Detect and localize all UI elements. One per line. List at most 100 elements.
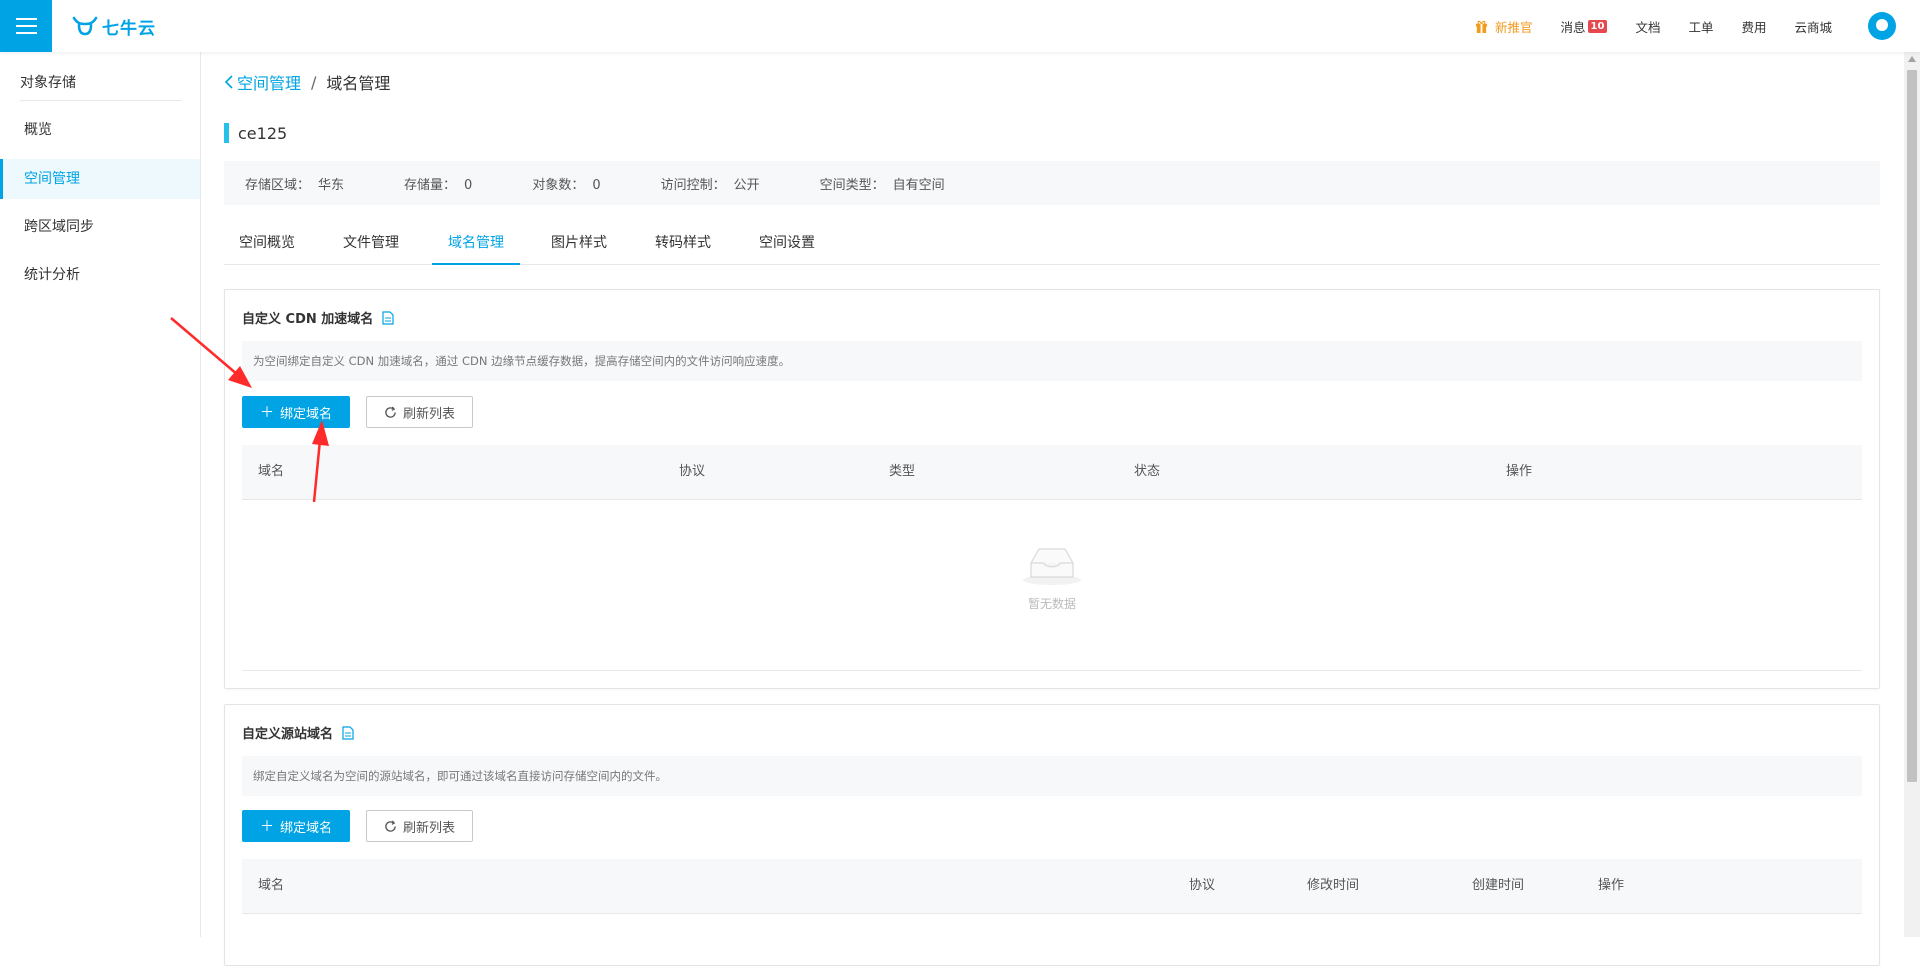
cdn-refresh-list-label: 刷新列表: [402, 405, 455, 421]
bucket-tabs: 空间概览 文件管理 域名管理 图片样式 转码样式 空间设置: [224, 222, 1880, 265]
cdn-table-header: 域名 协议 类型 状态 操作: [242, 445, 1862, 500]
empty-inbox-icon: [1023, 548, 1081, 585]
sidebar-item-statistics[interactable]: 统计分析: [0, 255, 200, 295]
tab-overview[interactable]: 空间概览: [224, 222, 310, 264]
info-storage-value: 0: [464, 177, 473, 193]
breadcrumb-parent: 空间管理: [237, 74, 302, 93]
sidebar-item-cross-region-sync[interactable]: 跨区域同步: [0, 207, 200, 247]
tab-transcode-style[interactable]: 转码样式: [640, 222, 726, 264]
sidebar-item-overview[interactable]: 概览: [0, 110, 200, 150]
logo-text: 七牛云: [102, 18, 156, 39]
tab-domain-management[interactable]: 域名管理: [432, 222, 520, 265]
info-type: 空间类型： 自有空间: [820, 174, 945, 193]
origin-section-description: 绑定自定义域名为空间的源站域名，即可通过该域名直接访问存储空间内的文件。: [242, 756, 1862, 796]
origin-col-created-time: 创建时间: [1472, 878, 1525, 893]
origin-col-protocol: 协议: [1189, 878, 1216, 893]
new-user-link[interactable]: 新推官: [1475, 17, 1533, 36]
cdn-domain-card: 自定义 CDN 加速域名 为空间绑定自定义 CDN 加速域名，通过 CDN 边缘…: [224, 289, 1880, 689]
origin-section-title: 自定义源站域名: [242, 723, 354, 742]
bucket-info-strip: 存储区域： 华东 存储量： 0 对象数： 0 访问控制： 公开 空间类型： 自有空间: [224, 161, 1880, 205]
breadcrumb-separator: /: [311, 72, 317, 92]
billing-link[interactable]: 费用: [1741, 17, 1766, 36]
title-accent-bar: [224, 123, 229, 143]
new-user-label: 新推官: [1494, 19, 1533, 35]
scrollbar-thumb[interactable]: [1907, 70, 1917, 782]
top-navbar: 七牛云 新推官 消息 10 文档 工单 费用 云商城: [0, 0, 1920, 52]
origin-col-modified-time: 修改时间: [1307, 878, 1360, 893]
refresh-icon: [385, 820, 396, 832]
messages-label: 消息: [1560, 19, 1586, 35]
sidebar-divider: [20, 100, 182, 101]
info-access-label: 访问控制：: [660, 177, 726, 193]
messages-link[interactable]: 消息 10: [1561, 17, 1608, 36]
cdn-empty-state: 暂无数据: [225, 545, 1879, 612]
origin-refresh-list-button[interactable]: 刷新列表: [366, 810, 473, 842]
cdn-refresh-list-button[interactable]: 刷新列表: [366, 396, 473, 428]
bucket-name: ce125: [238, 123, 288, 143]
breadcrumb: 空间管理 / 域名管理: [224, 70, 390, 94]
docs-link[interactable]: 文档: [1635, 17, 1660, 36]
info-storage: 存储量： 0: [404, 174, 472, 193]
cdn-section-title-text: 自定义 CDN 加速域名: [242, 312, 374, 327]
document-icon[interactable]: [382, 310, 394, 325]
cdn-table-bottom-border: [242, 670, 1862, 671]
cdn-col-domain: 域名: [258, 464, 285, 479]
info-region-label: 存储区域：: [245, 177, 311, 193]
tab-bucket-settings[interactable]: 空间设置: [744, 222, 830, 264]
market-link[interactable]: 云商城: [1794, 17, 1832, 36]
tab-image-style[interactable]: 图片样式: [536, 222, 622, 264]
cdn-bind-domain-button[interactable]: ＋ 绑定域名: [242, 396, 350, 428]
cdn-col-protocol: 协议: [679, 464, 706, 479]
breadcrumb-current: 域名管理: [326, 74, 391, 93]
tab-file-management[interactable]: 文件管理: [328, 222, 414, 264]
info-access-value: 公开: [733, 177, 760, 193]
breadcrumb-back-link[interactable]: 空间管理: [224, 70, 301, 94]
bucket-title: ce125: [224, 122, 287, 144]
cdn-col-actions: 操作: [1506, 464, 1533, 479]
info-storage-label: 存储量：: [404, 177, 457, 193]
origin-refresh-list-label: 刷新列表: [402, 819, 455, 835]
header-nav: 新推官 消息 10 文档 工单 费用 云商城: [1447, 0, 1920, 52]
origin-section-title-text: 自定义源站域名: [242, 727, 334, 742]
info-region: 存储区域： 华东: [245, 174, 344, 193]
origin-col-actions: 操作: [1598, 878, 1625, 893]
cdn-bind-domain-label: 绑定域名: [279, 405, 332, 421]
sidebar: 对象存储 概览 空间管理 跨区域同步 统计分析: [0, 52, 201, 937]
user-avatar[interactable]: [1868, 12, 1896, 40]
cdn-col-status: 状态: [1134, 464, 1161, 479]
info-access: 访问控制： 公开: [661, 174, 760, 193]
document-icon[interactable]: [342, 725, 354, 740]
origin-domain-card: 自定义源站域名 绑定自定义域名为空间的源站域名，即可通过该域名直接访问存储空间内…: [224, 704, 1880, 966]
plus-icon: ＋: [259, 818, 274, 834]
info-objects-value: 0: [592, 177, 601, 193]
ticket-link[interactable]: 工单: [1688, 17, 1713, 36]
qiniu-logo-icon: [72, 16, 98, 36]
info-objects: 对象数： 0: [532, 174, 600, 193]
hamburger-menu-button[interactable]: [0, 0, 52, 52]
origin-bind-domain-button[interactable]: ＋ 绑定域名: [242, 810, 350, 842]
page-scrollbar[interactable]: [1904, 52, 1920, 937]
origin-bind-domain-label: 绑定域名: [279, 819, 332, 835]
hamburger-line: [16, 25, 37, 27]
sidebar-item-bucket-management[interactable]: 空间管理: [0, 159, 200, 199]
info-objects-label: 对象数：: [532, 177, 585, 193]
hamburger-line: [16, 32, 37, 34]
info-region-value: 华东: [318, 177, 345, 193]
chevron-left-icon: [224, 75, 233, 89]
cdn-section-title: 自定义 CDN 加速域名: [242, 308, 394, 327]
refresh-icon: [385, 406, 396, 418]
plus-icon: ＋: [259, 404, 274, 420]
origin-table-header: 域名 协议 修改时间 创建时间 操作: [242, 859, 1862, 914]
messages-badge: 10: [1587, 19, 1608, 33]
cdn-section-description: 为空间绑定自定义 CDN 加速域名，通过 CDN 边缘节点缓存数据，提高存储空间…: [242, 341, 1862, 381]
cdn-empty-text: 暂无数据: [1027, 597, 1076, 611]
cdn-col-type: 类型: [889, 464, 916, 479]
qiniu-logo[interactable]: 七牛云: [72, 12, 156, 40]
sidebar-title: 对象存储: [20, 75, 76, 91]
scroll-up-arrow-icon[interactable]: [1908, 56, 1916, 62]
info-type-value: 自有空间: [892, 177, 945, 193]
gift-icon: [1475, 20, 1488, 33]
origin-col-domain: 域名: [258, 878, 285, 893]
info-type-label: 空间类型：: [819, 177, 885, 193]
hamburger-menu-icon: [16, 18, 37, 20]
